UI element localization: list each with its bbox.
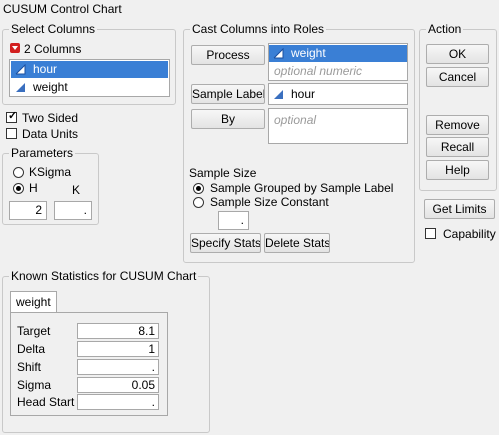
h-label: H <box>29 181 38 195</box>
cast-roles-legend: Cast Columns into Roles <box>190 22 327 36</box>
sample-grouped-label: Sample Grouped by Sample Label <box>210 181 394 195</box>
parameters-legend: Parameters <box>9 146 76 160</box>
select-columns-legend: Select Columns <box>9 22 98 36</box>
process-value: weight <box>291 46 326 60</box>
columns-count-label: 2 Columns <box>24 42 82 56</box>
two-sided-checkbox[interactable]: ✓ <box>6 110 17 123</box>
sample-label-role-item[interactable]: hour <box>269 86 407 103</box>
ksigma-label: KSigma <box>29 165 72 179</box>
continuous-icon <box>15 64 26 75</box>
target-field[interactable]: 8.1 <box>77 323 159 339</box>
continuous-icon <box>273 48 284 59</box>
columns-list[interactable]: hour weight <box>9 59 170 97</box>
recall-button[interactable]: Recall <box>426 137 489 157</box>
process-button[interactable]: Process <box>191 45 265 65</box>
k-value-field[interactable]: . <box>54 201 92 220</box>
delta-field[interactable]: 1 <box>77 341 159 357</box>
known-stats-legend: Known Statistics for CUSUM Chart <box>9 269 199 283</box>
k-label: K <box>72 183 81 197</box>
data-units-label: Data Units <box>22 127 79 141</box>
sample-grouped-radio[interactable] <box>193 183 204 194</box>
continuous-icon <box>16 83 25 92</box>
sigma-field[interactable]: 0.05 <box>77 377 159 393</box>
sample-constant-label: Sample Size Constant <box>210 195 329 209</box>
tab-weight[interactable]: weight <box>10 291 57 313</box>
column-item-hour[interactable]: hour <box>11 61 168 78</box>
column-name: hour <box>33 62 58 76</box>
process-role-box[interactable]: weight optional numeric <box>268 43 408 81</box>
delete-stats-button[interactable]: Delete Stats <box>264 233 330 253</box>
sample-constant-radio[interactable] <box>193 197 204 208</box>
ok-button[interactable]: OK <box>426 44 489 64</box>
remove-button[interactable]: Remove <box>426 115 489 135</box>
head-start-field[interactable]: . <box>77 394 159 410</box>
columns-dropdown-icon[interactable] <box>10 43 20 53</box>
parameters-group: Parameters KSigma H K 2 . <box>2 146 99 225</box>
action-legend: Action <box>426 22 464 36</box>
by-role-box[interactable]: optional <box>268 108 408 144</box>
two-sided-label: Two Sided <box>22 111 79 125</box>
continuous-icon <box>274 90 283 99</box>
sample-label-role-box[interactable]: hour <box>268 83 408 105</box>
sigma-label: Sigma <box>17 378 52 392</box>
cast-roles-group: Cast Columns into Roles Process weight o… <box>183 22 415 263</box>
process-placeholder: optional numeric <box>274 64 363 78</box>
sample-label-value: hour <box>291 87 316 101</box>
sample-size-label: Sample Size <box>189 166 257 180</box>
cancel-button[interactable]: Cancel <box>426 67 489 87</box>
action-group: Action OK Cancel Remove Recall Help <box>419 22 497 191</box>
h-radio[interactable] <box>13 183 24 194</box>
sample-size-constant-field[interactable]: . <box>218 211 249 230</box>
by-button[interactable]: By <box>191 109 265 129</box>
ksigma-radio[interactable] <box>13 167 24 178</box>
column-name: weight <box>33 80 68 94</box>
head-start-label: Head Start <box>17 395 75 409</box>
help-button[interactable]: Help <box>426 160 489 180</box>
known-stats-group: Known Statistics for CUSUM Chart weight … <box>2 269 210 433</box>
target-label: Target <box>17 324 51 338</box>
capability-checkbox[interactable] <box>425 228 436 239</box>
specify-stats-button[interactable]: Specify Stats <box>190 233 261 253</box>
sample-label-button[interactable]: Sample Label <box>191 84 265 104</box>
column-item-weight[interactable]: weight <box>11 79 168 96</box>
delta-label: Delta <box>17 342 46 356</box>
window-title: CUSUM Control Chart <box>3 2 122 16</box>
capability-label: Capability <box>443 227 496 241</box>
shift-field[interactable]: . <box>77 359 159 375</box>
process-role-item[interactable]: weight <box>269 45 407 62</box>
select-columns-group: Select Columns 2 Columns hour weight <box>2 22 176 105</box>
get-limits-button[interactable]: Get Limits <box>424 199 495 219</box>
h-value-field[interactable]: 2 <box>9 201 47 220</box>
shift-label: Shift <box>17 360 42 374</box>
known-stats-panel: Target 8.1 Delta 1 Shift . Sigma 0.05 He… <box>10 312 168 416</box>
data-units-checkbox[interactable] <box>6 128 17 139</box>
by-placeholder: optional <box>274 113 317 127</box>
